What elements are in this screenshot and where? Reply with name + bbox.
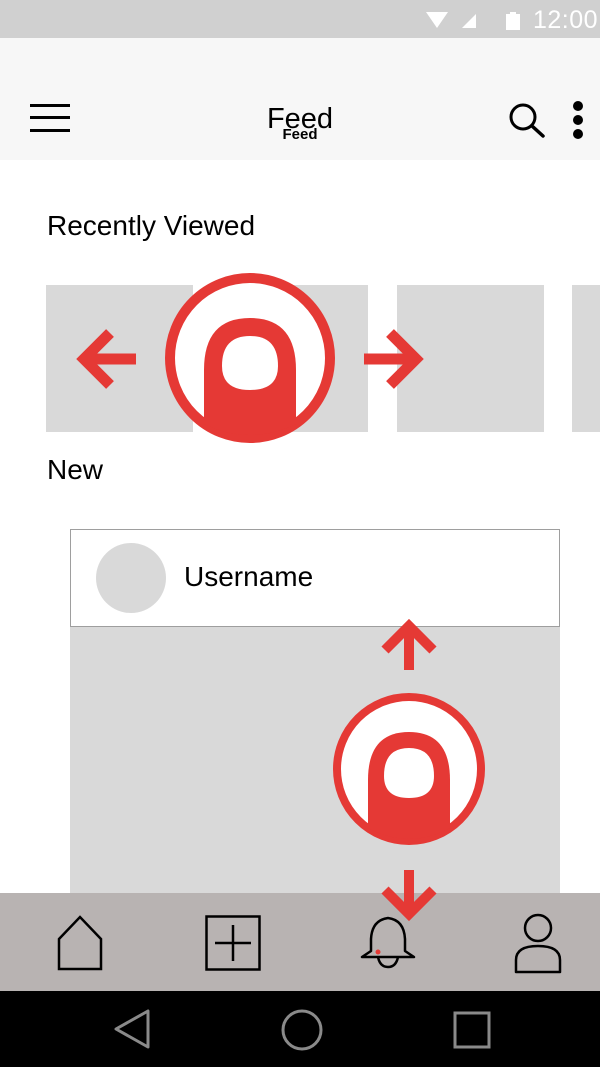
recently-viewed-heading: Recently Viewed	[47, 210, 256, 241]
avatar[interactable]	[96, 543, 166, 613]
recents-icon[interactable]	[452, 1010, 492, 1050]
new-heading: New	[47, 454, 104, 485]
home-icon[interactable]	[56, 915, 104, 971]
notifications-icon[interactable]	[358, 915, 418, 971]
wifi-icon	[426, 12, 448, 28]
search-icon[interactable]	[508, 102, 546, 138]
status-time: 12:00	[532, 6, 598, 34]
home-circle-icon[interactable]	[280, 1008, 324, 1052]
down-arrow-icon	[381, 870, 437, 922]
post-username[interactable]: Username	[184, 561, 313, 593]
more-options-icon[interactable]	[570, 101, 586, 139]
battery-icon	[506, 12, 520, 30]
profile-icon[interactable]	[512, 912, 564, 974]
signal-icon	[462, 14, 476, 28]
horizontal-swipe-gesture-icon	[76, 273, 424, 443]
add-post-icon[interactable]	[205, 915, 261, 971]
back-icon[interactable]	[112, 1008, 152, 1050]
recent-item-4[interactable]	[572, 285, 600, 432]
